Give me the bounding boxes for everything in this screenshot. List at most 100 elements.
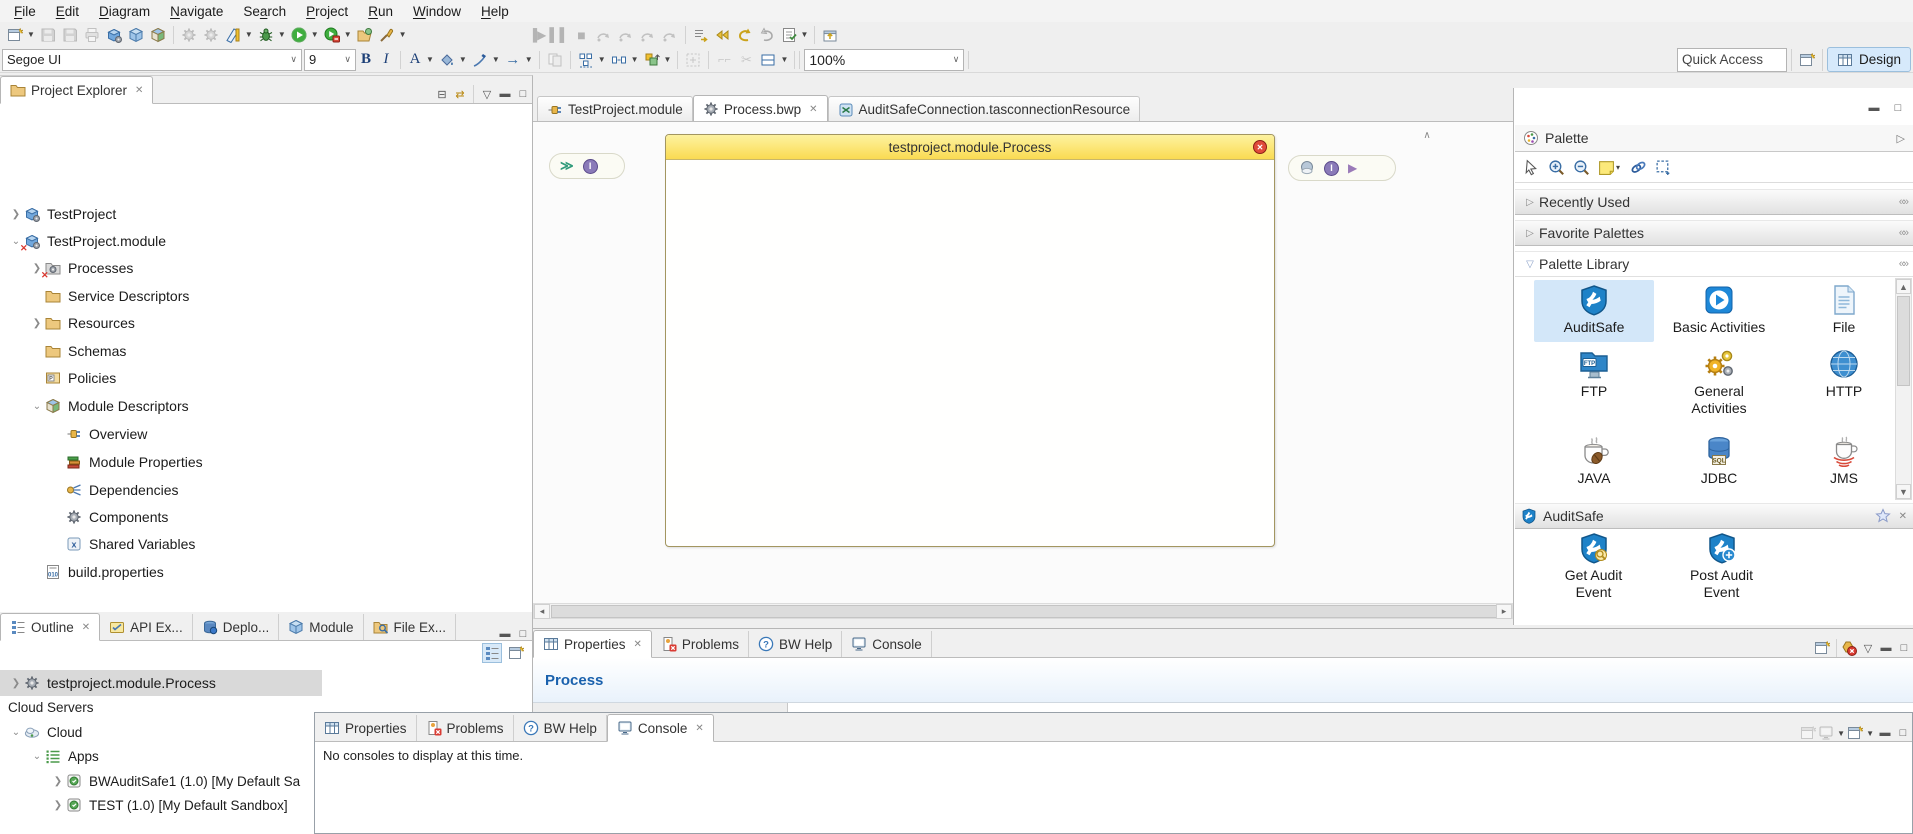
match-size-icon[interactable] [682, 49, 704, 71]
tab-properties[interactable]: Properties [315, 715, 417, 741]
zoom-out-icon[interactable] [1573, 159, 1590, 176]
design-ruler-icon[interactable] [222, 24, 244, 46]
line-color-icon[interactable] [469, 49, 491, 71]
new-wizard-icon[interactable] [4, 24, 26, 46]
collapse-region-icon[interactable]: ∧ [1418, 130, 1436, 146]
open-console-icon[interactable] [1847, 725, 1865, 741]
error-filter-icon[interactable] [1841, 640, 1859, 656]
copy-appearance-icon[interactable] [544, 49, 566, 71]
palette-item-jms[interactable]: JMS [1784, 435, 1904, 487]
design-dropdown-icon[interactable]: ▼ [245, 30, 253, 39]
pin-icon[interactable]: «» [1899, 227, 1907, 239]
tree-item-module-properties[interactable]: Module Properties [50, 449, 203, 475]
palette-item-general-activities[interactable]: General Activities [1659, 348, 1779, 417]
tab-deployment[interactable]: Deplo... [193, 614, 280, 640]
palette-item-java[interactable]: JAVA [1534, 435, 1654, 487]
scroll-up-icon[interactable]: ▲ [1896, 279, 1911, 294]
gear-icon[interactable] [178, 24, 200, 46]
marquee-tool-icon[interactable] [1655, 159, 1672, 176]
cloud-tree-item-bwauditsafe1[interactable]: ❯BWAuditSafe1 (1.0) [My Default Sa [50, 769, 314, 793]
palette-scrollbar[interactable]: ▲ ▼ [1895, 278, 1912, 500]
stop-icon[interactable]: ■ [571, 24, 593, 46]
note-tool-icon[interactable]: ▾ [1598, 159, 1622, 176]
error-badge-icon[interactable]: ✕ [1253, 140, 1267, 154]
process-scope-header[interactable]: testproject.module.Process ✕ [666, 135, 1274, 160]
cloud-tree-item-test[interactable]: ❯TEST (1.0) [My Default Sandbox] [50, 793, 288, 817]
new-module-icon[interactable] [103, 24, 125, 46]
tree-item-build-properties[interactable]: build.properties [29, 559, 164, 585]
minimize-icon[interactable]: ▬ [1865, 102, 1883, 114]
drawer-recently-used[interactable]: ▷ Recently Used «» [1515, 189, 1913, 215]
menu-file[interactable]: File [4, 2, 46, 21]
tab-file-explorer[interactable]: File Ex... [364, 614, 457, 640]
tab-bw-help[interactable]: BW Help [514, 715, 607, 741]
link-tool-icon[interactable] [1630, 159, 1647, 176]
palette-item-ftp[interactable]: FTP FTP [1534, 348, 1654, 400]
cloud-tree-item-cloud[interactable]: ⌄Cloud [8, 720, 82, 744]
outline-item-process[interactable]: ❯ testproject.module.Process [0, 670, 322, 696]
tab-project-explorer[interactable]: Project Explorer ✕ [0, 76, 153, 104]
process-canvas[interactable]: testproject.module.Process ✕ ≫ I I ▶ ∧ [533, 121, 1513, 603]
minimize-icon[interactable]: ▬ [1877, 642, 1895, 654]
end-event-icon[interactable]: ▶ [1348, 161, 1357, 175]
palette-item-post-audit-event[interactable]: Post Audit Event [1674, 532, 1769, 601]
debug-dropdown-icon[interactable]: ▼ [278, 30, 286, 39]
new-dropdown-icon[interactable]: ▼ [27, 30, 35, 39]
run-icon[interactable] [288, 24, 310, 46]
menu-diagram[interactable]: Diagram [89, 2, 160, 21]
close-icon[interactable]: ✕ [135, 85, 143, 96]
close-icon[interactable]: ✕ [809, 104, 817, 115]
minimize-icon[interactable]: ▬ [496, 88, 514, 100]
grid-icon[interactable] [757, 49, 779, 71]
tree-item-testproject-module[interactable]: ⌄✕TestProject.module [8, 228, 166, 254]
scroll-right-icon[interactable]: ▸ [1496, 604, 1512, 619]
align-dropdown-icon[interactable]: ▼ [598, 55, 606, 64]
line-style-dropdown-icon[interactable]: ▼ [525, 55, 533, 64]
tree-item-testproject[interactable]: ❯TestProject [8, 201, 116, 227]
collapse-all-icon[interactable]: ⊟ [433, 88, 451, 101]
zoom-combo[interactable]: 100%∨ [804, 49, 964, 71]
tab-outline[interactable]: Outline ✕ [0, 613, 100, 641]
distribute-icon[interactable] [608, 49, 630, 71]
fill-color-dropdown-icon[interactable]: ▼ [459, 55, 467, 64]
info-icon[interactable]: I [1324, 161, 1339, 176]
font-color-button[interactable]: A [405, 51, 425, 68]
drawer-auditsafe[interactable]: AuditSafe ✕ [1515, 503, 1913, 529]
line-color-dropdown-icon[interactable]: ▼ [492, 55, 500, 64]
scrollbar-thumb[interactable] [551, 605, 1497, 618]
run-to-line-icon[interactable] [690, 24, 712, 46]
module-gears-icon[interactable] [147, 24, 169, 46]
debug-icon[interactable] [255, 24, 277, 46]
close-icon[interactable]: ✕ [695, 723, 703, 734]
editor-horizontal-scrollbar[interactable]: ◂ ▸ [533, 603, 1513, 619]
pin-icon[interactable]: «» [1899, 196, 1907, 208]
editor-tab-process-bwp[interactable]: Process.bwp ✕ [693, 95, 828, 122]
print-icon[interactable] [81, 24, 103, 46]
tree-item-policies[interactable]: PPolicies [29, 365, 116, 391]
tree-item-dependencies[interactable]: Dependencies [50, 477, 179, 503]
palette-item-get-audit-event[interactable]: Get Audit Event [1546, 532, 1641, 601]
close-icon[interactable]: ✕ [1899, 511, 1907, 522]
minimize-icon[interactable]: ▬ [1876, 727, 1894, 739]
task-dropdown-icon[interactable]: ▼ [801, 30, 809, 39]
save-icon[interactable] [37, 24, 59, 46]
step-into-icon[interactable]: ▐▶ [527, 24, 549, 46]
favorite-star-icon[interactable] [1875, 508, 1891, 524]
palette-item-file[interactable]: File [1784, 284, 1904, 336]
step-return-icon[interactable] [637, 24, 659, 46]
info-icon[interactable]: I [583, 159, 598, 174]
step-over-icon[interactable] [615, 24, 637, 46]
step-filter-icon[interactable] [593, 24, 615, 46]
restore-window-icon[interactable] [819, 24, 841, 46]
palette-item-auditsafe[interactable]: AuditSafe [1534, 280, 1654, 342]
view-menu-icon[interactable]: ▽ [478, 88, 496, 101]
menu-window[interactable]: Window [403, 2, 471, 21]
tab-problems[interactable]: Problems [652, 631, 749, 657]
display-console-dropdown-icon[interactable]: ▼ [1837, 729, 1845, 738]
tree-item-service-descriptors[interactable]: Service Descriptors [29, 283, 189, 309]
menu-search[interactable]: Search [233, 2, 296, 21]
font-color-dropdown-icon[interactable]: ▼ [426, 55, 434, 64]
tree-item-module-descriptors[interactable]: ⌄Module Descriptors [29, 393, 189, 419]
menu-project[interactable]: Project [296, 2, 358, 21]
scroll-left-icon[interactable]: ◂ [534, 604, 550, 619]
